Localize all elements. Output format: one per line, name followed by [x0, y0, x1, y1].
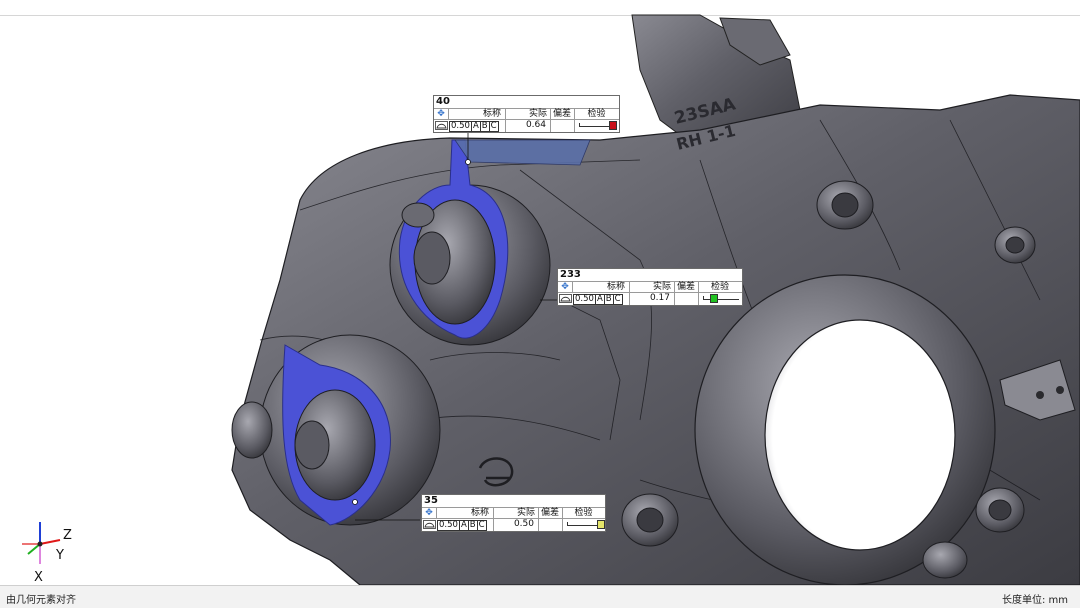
- profile-of-surface-icon: [559, 294, 572, 303]
- callout-233[interactable]: 233 ✥ 标称 实际 偏差 检验 0.50 A B C 0.17: [557, 268, 743, 306]
- actual-value: 0.50: [513, 519, 534, 529]
- callout-id: 233: [560, 269, 581, 280]
- pin-icon[interactable]: ✥: [436, 110, 446, 119]
- callout-row: 0.50 A B C 0.50: [422, 518, 605, 531]
- feature-control-frame: 0.50 A B C: [449, 121, 499, 132]
- axis-label-y: Y: [56, 548, 64, 563]
- tolerance-bar: [567, 520, 605, 529]
- deviation-value: [538, 519, 562, 531]
- callout-40[interactable]: 40 ✥ 标称 实际 偏差 检验 0.50 A B C 0.64: [433, 95, 620, 133]
- coordinate-triad: Z Y X: [18, 518, 88, 585]
- deviation-value: [674, 293, 698, 305]
- datum-c: C: [488, 121, 497, 131]
- datum-c: C: [476, 520, 485, 530]
- status-bar: 由几何元素对齐 长度单位: mm: [0, 585, 1080, 608]
- axis-label-z: Z: [63, 528, 72, 543]
- profile-of-surface-icon: [435, 121, 448, 130]
- callout-id: 35: [424, 495, 438, 506]
- triad-axes: [22, 522, 61, 564]
- actual-value: 0.64: [525, 120, 546, 130]
- profile-of-surface-icon: [423, 520, 436, 529]
- actual-value: 0.17: [649, 293, 670, 303]
- alignment-status: 由几何元素对齐: [6, 595, 76, 606]
- feature-control-frame: 0.50 A B C: [437, 520, 487, 531]
- callout-id: 40: [436, 96, 450, 107]
- feature-control-frame: 0.50 A B C: [573, 294, 623, 305]
- callout-row: 0.50 A B C 0.17: [558, 292, 742, 305]
- datum-a: A: [458, 520, 467, 530]
- status-marker: [609, 121, 617, 130]
- pin-icon[interactable]: ✥: [560, 283, 570, 292]
- tolerance-bar: [703, 294, 739, 303]
- datum-a: A: [470, 121, 479, 131]
- main-bore: [764, 319, 956, 551]
- axis-label-x: X: [34, 570, 43, 585]
- deviation-value: [550, 120, 574, 132]
- small-boss-left: [231, 401, 273, 459]
- datum-b: B: [479, 121, 488, 131]
- callout-35[interactable]: 35 ✥ 标称 实际 偏差 检验 0.50 A B C 0.50: [421, 494, 606, 532]
- tolerance-value: 0.50: [451, 121, 470, 131]
- status-marker: [710, 294, 718, 303]
- tolerance-value: 0.50: [439, 520, 458, 530]
- status-marker: [597, 520, 605, 529]
- datum-c: C: [612, 294, 621, 304]
- tolerance-bar: [579, 121, 617, 130]
- flat-face-highlight: [454, 139, 591, 166]
- datum-b: B: [603, 294, 612, 304]
- pin-icon[interactable]: ✥: [424, 509, 434, 518]
- tolerance-value: 0.50: [575, 294, 594, 304]
- callout-row: 0.50 A B C 0.64: [434, 119, 619, 132]
- 3d-viewport[interactable]: 23SAA RH 1-1 40 ✥ 标称 实际 偏差 检验 0.50 A B C…: [0, 0, 1080, 585]
- datum-b: B: [467, 520, 476, 530]
- length-unit: 长度单位: mm: [1001, 595, 1068, 606]
- datum-a: A: [594, 294, 603, 304]
